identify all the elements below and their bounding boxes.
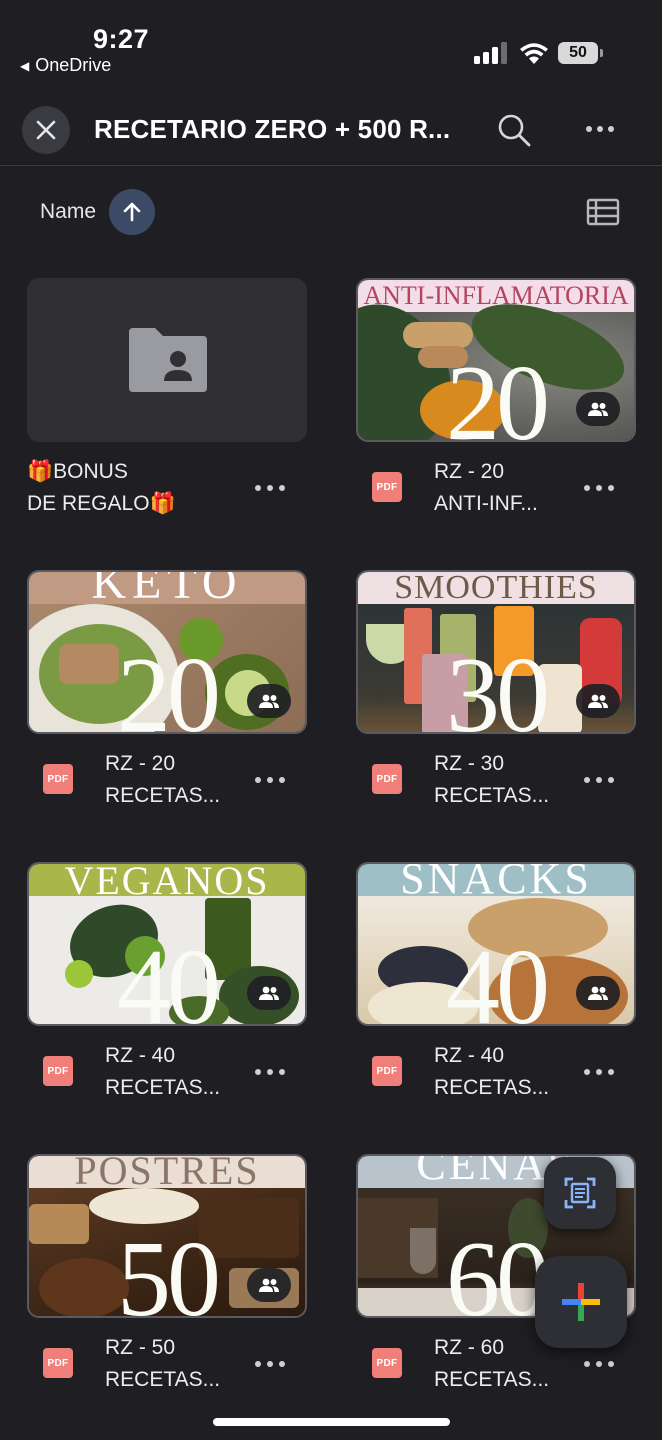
item-more-button[interactable] xyxy=(584,1068,614,1076)
status-bar: 9:27 ◀ OneDrive 50 xyxy=(0,0,662,90)
list-view-icon xyxy=(586,198,620,226)
back-triangle-icon: ◀ xyxy=(20,58,30,73)
close-button[interactable] xyxy=(22,106,70,154)
shared-people-icon xyxy=(588,986,608,1000)
shared-badge xyxy=(576,976,620,1010)
cellular-signal-icon xyxy=(474,42,508,64)
list-view-toggle[interactable] xyxy=(586,198,620,226)
top-app-bar: RECETARIO ZERO + 500 R... xyxy=(0,98,662,166)
close-icon xyxy=(36,120,56,140)
item-more-button[interactable] xyxy=(255,776,285,784)
pdf-file-icon: PDF xyxy=(43,764,73,794)
thumb-banner: SNACKS xyxy=(358,864,634,896)
item-more-button[interactable] xyxy=(584,776,614,784)
pdf-file-icon: PDF xyxy=(43,1056,73,1086)
item-more-button[interactable] xyxy=(255,1360,285,1368)
item-more-button[interactable] xyxy=(255,1068,285,1076)
item-name: RZ - 20 RECETAS... xyxy=(105,752,221,807)
item-name: RZ - 30 RECETAS... xyxy=(434,752,550,807)
back-app-label: OneDrive xyxy=(35,55,112,75)
file-thumbnail: POSTRES 50 xyxy=(27,1154,307,1318)
item-more-button[interactable] xyxy=(584,1360,614,1368)
new-item-button[interactable] xyxy=(535,1256,627,1348)
item-name: RZ - 50 RECETAS... xyxy=(105,1336,221,1391)
folder-tile[interactable]: 🎁BONUS DE REGALO🎁 xyxy=(27,278,307,528)
pdf-file-icon: PDF xyxy=(372,1056,402,1086)
sort-direction-button[interactable] xyxy=(109,189,155,235)
file-thumbnail: KETO 20 xyxy=(27,570,307,734)
item-name: RZ - 40 RECETAS... xyxy=(434,1044,550,1099)
pdf-file-icon: PDF xyxy=(43,1348,73,1378)
search-icon xyxy=(498,114,531,147)
battery-level: 50 xyxy=(569,44,587,61)
status-time: 9:27 xyxy=(93,24,150,54)
shared-badge xyxy=(247,976,291,1010)
shared-badge xyxy=(576,684,620,718)
home-indicator[interactable] xyxy=(213,1418,450,1426)
file-thumbnail: ANTI-INFLAMATORIA 20 xyxy=(356,278,636,442)
scan-document-button[interactable] xyxy=(544,1157,616,1229)
file-tile[interactable]: VEGANOS 40 PDF RZ - 40 RECETAS... xyxy=(27,862,307,1112)
file-thumbnail: SMOOTHIES 30 xyxy=(356,570,636,734)
folder-title: RECETARIO ZERO + 500 R... xyxy=(94,114,451,144)
thumb-banner: POSTRES xyxy=(29,1156,305,1188)
pdf-file-icon: PDF xyxy=(372,472,402,502)
item-more-button[interactable] xyxy=(255,484,285,492)
file-thumbnail: VEGANOS 40 xyxy=(27,862,307,1026)
more-options-button[interactable] xyxy=(578,114,622,144)
item-more-button[interactable] xyxy=(584,484,614,492)
pdf-file-icon: PDF xyxy=(372,764,402,794)
shared-people-icon xyxy=(259,1278,279,1292)
shared-people-icon xyxy=(588,694,608,708)
arrow-up-icon xyxy=(123,202,141,222)
shared-badge xyxy=(247,684,291,718)
back-to-app-link[interactable]: ◀ OneDrive xyxy=(20,55,111,76)
file-tile[interactable]: KETO 20 PDF RZ - 20 RECETAS... xyxy=(27,570,307,820)
file-thumbnail: SNACKS 40 xyxy=(356,862,636,1026)
wifi-icon xyxy=(520,43,548,64)
sort-by-label[interactable]: Name xyxy=(40,200,96,224)
search-button[interactable] xyxy=(494,110,534,150)
item-name: 🎁BONUS DE REGALO🎁 xyxy=(27,460,176,515)
file-tile[interactable]: POSTRES 50 PDF RZ - 50 RECETAS... xyxy=(27,1154,307,1404)
shared-folder-icon xyxy=(129,328,207,392)
pdf-file-icon: PDF xyxy=(372,1348,402,1378)
folder-thumbnail xyxy=(27,278,307,442)
document-scan-icon xyxy=(564,1177,596,1209)
item-name: RZ - 40 RECETAS... xyxy=(105,1044,221,1099)
file-tile[interactable]: SNACKS 40 PDF RZ - 40 RECETAS... xyxy=(356,862,636,1112)
shared-people-icon xyxy=(588,402,608,416)
battery-icon: 50 xyxy=(558,42,604,64)
plus-icon xyxy=(562,1283,600,1321)
shared-people-icon xyxy=(259,986,279,1000)
thumb-banner: SMOOTHIES xyxy=(358,572,634,604)
file-tile[interactable]: ANTI-INFLAMATORIA 20 PDF RZ - 20 ANTI-IN… xyxy=(356,278,636,528)
shared-badge xyxy=(576,392,620,426)
item-name: RZ - 20 ANTI-INF... xyxy=(434,460,538,515)
shared-people-icon xyxy=(259,694,279,708)
thumb-banner: KETO xyxy=(29,572,305,604)
shared-badge xyxy=(247,1268,291,1302)
file-tile[interactable]: SMOOTHIES 30 PDF RZ - 30 RECETAS... xyxy=(356,570,636,820)
thumb-banner: VEGANOS xyxy=(29,864,305,896)
